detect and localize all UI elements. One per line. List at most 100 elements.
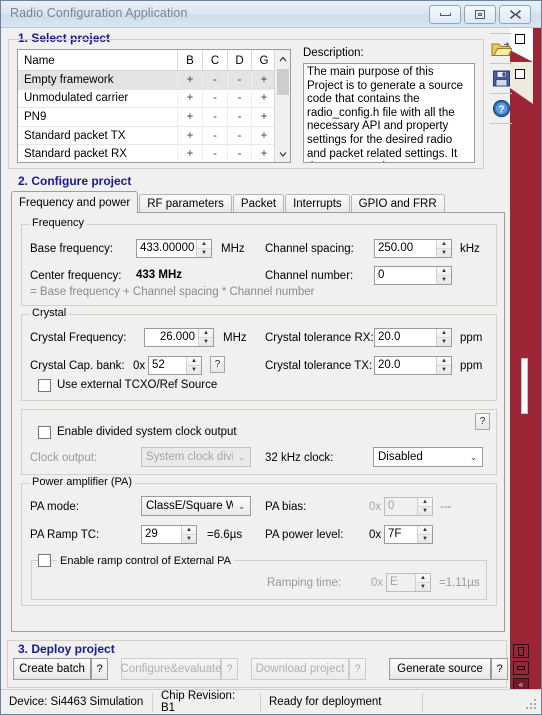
download-project-button[interactable]: Download project [251, 658, 349, 680]
crystal-cap-bank-input[interactable]: 52 ▲▼ [148, 356, 202, 375]
ramping-time-stepper[interactable]: ▲▼ [415, 574, 430, 591]
crystal-frequency-input[interactable]: 26.000 ▲▼ [144, 328, 214, 347]
cell-name: Standard packet RX [18, 145, 178, 163]
cell-b: + [178, 108, 203, 126]
open-project-button[interactable] [489, 36, 513, 60]
project-list-table[interactable]: Name B C D G Empty framework + - - + Unm… [17, 49, 291, 163]
mdi-minimize-button[interactable] [513, 661, 529, 675]
pa-bias-label: PA bias: [265, 501, 306, 513]
pa-ramp-tc-input[interactable]: 29 ▲▼ [141, 525, 197, 544]
crystal-cap-bank-stepper[interactable]: ▲▼ [186, 357, 201, 374]
generate-source-button[interactable]: Generate source [389, 658, 491, 680]
pa-bias-stepper[interactable]: ▲▼ [417, 498, 432, 515]
generate-source-help-button[interactable]: ? [491, 658, 508, 680]
column-header-g[interactable]: G [252, 50, 276, 71]
base-frequency-input[interactable]: 433.00000 ▲▼ [136, 239, 212, 258]
scrollbar-thumb[interactable] [277, 69, 289, 95]
column-header-c[interactable]: C [203, 50, 228, 71]
mdi-child-restore-button-1[interactable] [515, 34, 525, 44]
clock-output-value: System clock divic [142, 451, 233, 463]
tab-interrupts[interactable]: Interrupts [285, 194, 350, 213]
pa-mode-value: ClassE/Square W [142, 500, 233, 512]
configure-evaluate-help-button[interactable]: ? [221, 658, 238, 680]
crystal-tolerance-rx-input[interactable]: 20.0 ▲▼ [374, 328, 452, 347]
save-project-button[interactable] [489, 66, 513, 90]
ramping-time-input[interactable]: E ▲▼ [386, 573, 431, 592]
download-project-help-button[interactable]: ? [349, 658, 366, 680]
create-batch-button[interactable]: Create batch [13, 658, 91, 680]
channel-spacing-stepper[interactable]: ▲▼ [436, 240, 451, 257]
channel-number-value: 0 [375, 267, 436, 284]
pa-power-level-stepper[interactable]: ▲▼ [417, 526, 432, 543]
pa-mode-select[interactable]: ClassE/Square W ⌄ [141, 496, 251, 516]
create-batch-help-button[interactable]: ? [91, 658, 108, 680]
pa-power-level-input[interactable]: 7F ▲▼ [384, 525, 433, 544]
base-frequency-value: 433.00000 [137, 240, 196, 257]
crystal-tolerance-rx-unit: ppm [460, 332, 482, 344]
column-header-name[interactable]: Name [18, 50, 178, 71]
project-list-scrollbar[interactable] [274, 50, 290, 162]
pa-power-level-label: PA power level: [265, 529, 343, 541]
khz-clock-value: Disabled [374, 451, 465, 463]
resize-grip[interactable] [526, 699, 538, 711]
crystal-tolerance-tx-input[interactable]: 20.0 ▲▼ [374, 356, 452, 375]
crystal-cap-bank-help-button[interactable]: ? [210, 356, 225, 373]
description-text-box[interactable]: The main purpose of this Project is to g… [303, 63, 475, 163]
pa-power-level-value: 7F [385, 526, 417, 543]
crystal-tolerance-tx-label: Crystal tolerance TX: [265, 360, 372, 372]
configure-evaluate-button[interactable]: Configure&evaluate [121, 658, 221, 680]
tab-rf-parameters[interactable]: RF parameters [139, 194, 232, 213]
pa-ramp-tc-stepper[interactable]: ▲▼ [181, 526, 196, 543]
table-row[interactable]: PN9 + - - + [18, 108, 290, 127]
channel-spacing-value: 250.00 [375, 240, 436, 257]
mdi-restore-button[interactable] [513, 644, 529, 658]
mdi-scrollbar-thumb[interactable] [521, 358, 528, 414]
mdi-child-restore-button-2[interactable] [515, 69, 525, 79]
chevron-up-icon [279, 56, 287, 62]
status-chip-revision: Chip Revision: B1 [153, 693, 261, 712]
khz-clock-select[interactable]: Disabled ⌄ [373, 447, 483, 467]
channel-number-input[interactable]: 0 ▲▼ [374, 266, 452, 285]
save-disk-icon [492, 69, 511, 88]
help-question-icon: ? [492, 99, 511, 118]
use-external-tcxo-checkbox[interactable] [38, 379, 51, 392]
channel-spacing-label: Channel spacing: [265, 243, 354, 255]
channel-number-stepper[interactable]: ▲▼ [436, 267, 451, 284]
enable-divided-clock-checkbox[interactable] [38, 426, 51, 439]
use-external-tcxo-label: Use external TCXO/Ref Source [57, 379, 217, 391]
column-header-b[interactable]: B [178, 50, 203, 71]
open-folder-icon [491, 39, 512, 58]
tab-gpio-and-frr[interactable]: GPIO and FRR [351, 194, 445, 213]
enable-ramp-control-checkbox[interactable] [38, 554, 51, 567]
tab-packet[interactable]: Packet [233, 194, 284, 213]
table-row[interactable]: Standard packet RX + - - + [18, 145, 290, 163]
tab-frequency-and-power[interactable]: Frequency and power [11, 191, 138, 213]
clock-output-select[interactable]: System clock divic ⌄ [141, 447, 251, 467]
cell-c: - [203, 90, 228, 108]
scroll-down-button[interactable] [275, 145, 291, 162]
crystal-tolerance-rx-stepper[interactable]: ▲▼ [436, 329, 451, 346]
window-maximize-button[interactable] [464, 5, 496, 24]
window-close-button[interactable] [499, 5, 531, 24]
scroll-up-button[interactable] [275, 50, 291, 67]
window-minimize-button[interactable] [429, 5, 461, 24]
table-row[interactable]: Empty framework + - - + [18, 71, 290, 90]
description-more-link[interactable]: more [404, 161, 430, 163]
table-row[interactable]: Unmodulated carrier + - - + [18, 90, 290, 109]
column-header-d[interactable]: D [228, 50, 252, 71]
crystal-group-label: Crystal [29, 307, 69, 319]
base-frequency-stepper[interactable]: ▲▼ [196, 240, 211, 257]
pa-bias-hex-prefix: 0x [369, 501, 381, 513]
channel-spacing-input[interactable]: 250.00 ▲▼ [374, 239, 452, 258]
cell-name: PN9 [18, 108, 178, 126]
cell-g: + [252, 145, 276, 163]
crystal-frequency-unit: MHz [223, 332, 247, 344]
table-row[interactable]: Standard packet TX + - - + [18, 127, 290, 146]
pa-bias-input[interactable]: 0 ▲▼ [384, 497, 433, 516]
crystal-tolerance-tx-stepper[interactable]: ▲▼ [436, 357, 451, 374]
window-title: Radio Configuration Application [10, 6, 188, 20]
crystal-frequency-stepper[interactable]: ▲▼ [198, 329, 213, 346]
help-button[interactable]: ? [489, 96, 513, 120]
cell-g: + [252, 108, 276, 126]
clock-help-button[interactable]: ? [475, 413, 490, 430]
